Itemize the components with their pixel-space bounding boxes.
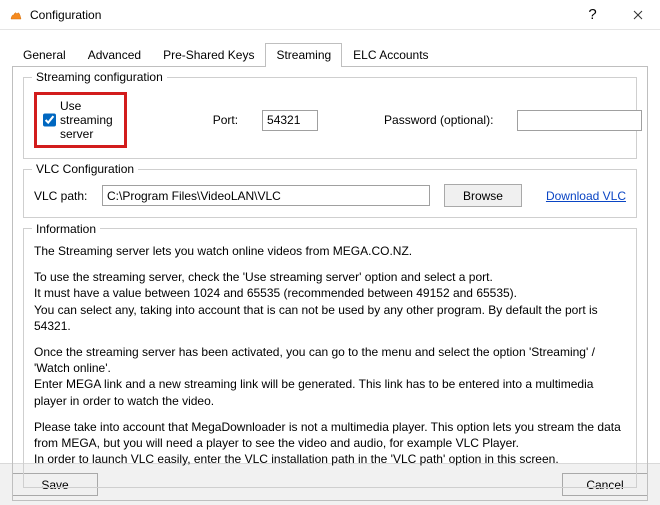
tab-general[interactable]: General (12, 43, 77, 67)
download-vlc-link[interactable]: Download VLC (546, 189, 626, 203)
tabstrip: General Advanced Pre-Shared Keys Streami… (12, 42, 648, 66)
group-information: Information The Streaming server lets yo… (23, 228, 637, 488)
use-streaming-label[interactable]: Use streaming server (60, 99, 114, 141)
tab-pre-shared-keys[interactable]: Pre-Shared Keys (152, 43, 265, 67)
use-streaming-checkbox[interactable] (43, 113, 56, 127)
highlight-use-streaming: Use streaming server (34, 92, 127, 148)
group-legend: Information (32, 221, 100, 237)
info-paragraph: Please take into account that MegaDownlo… (34, 419, 626, 468)
info-paragraph: To use the streaming server, check the '… (34, 269, 626, 334)
vlc-path-input[interactable] (102, 185, 430, 206)
app-icon (8, 7, 24, 23)
port-input[interactable] (262, 110, 318, 131)
port-label: Port: (213, 113, 238, 127)
close-button[interactable] (615, 0, 660, 30)
password-label: Password (optional): (384, 113, 493, 127)
password-input[interactable] (517, 110, 642, 131)
group-streaming-config: Streaming configuration Use streaming se… (23, 77, 637, 159)
tab-panel-streaming: Streaming configuration Use streaming se… (12, 66, 648, 501)
group-vlc-config: VLC Configuration VLC path: Browse Downl… (23, 169, 637, 218)
tab-streaming[interactable]: Streaming (265, 43, 342, 67)
window-title: Configuration (30, 8, 101, 22)
vlc-path-label: VLC path: (34, 189, 96, 203)
info-paragraph: Once the streaming server has been activ… (34, 344, 626, 409)
tab-advanced[interactable]: Advanced (77, 43, 152, 67)
titlebar: Configuration ? (0, 0, 660, 30)
tab-elc-accounts[interactable]: ELC Accounts (342, 43, 439, 67)
browse-button[interactable]: Browse (444, 184, 522, 207)
group-legend: VLC Configuration (32, 162, 138, 176)
info-paragraph: The Streaming server lets you watch onli… (34, 243, 626, 259)
help-button[interactable]: ? (570, 0, 615, 30)
group-legend: Streaming configuration (32, 70, 167, 84)
